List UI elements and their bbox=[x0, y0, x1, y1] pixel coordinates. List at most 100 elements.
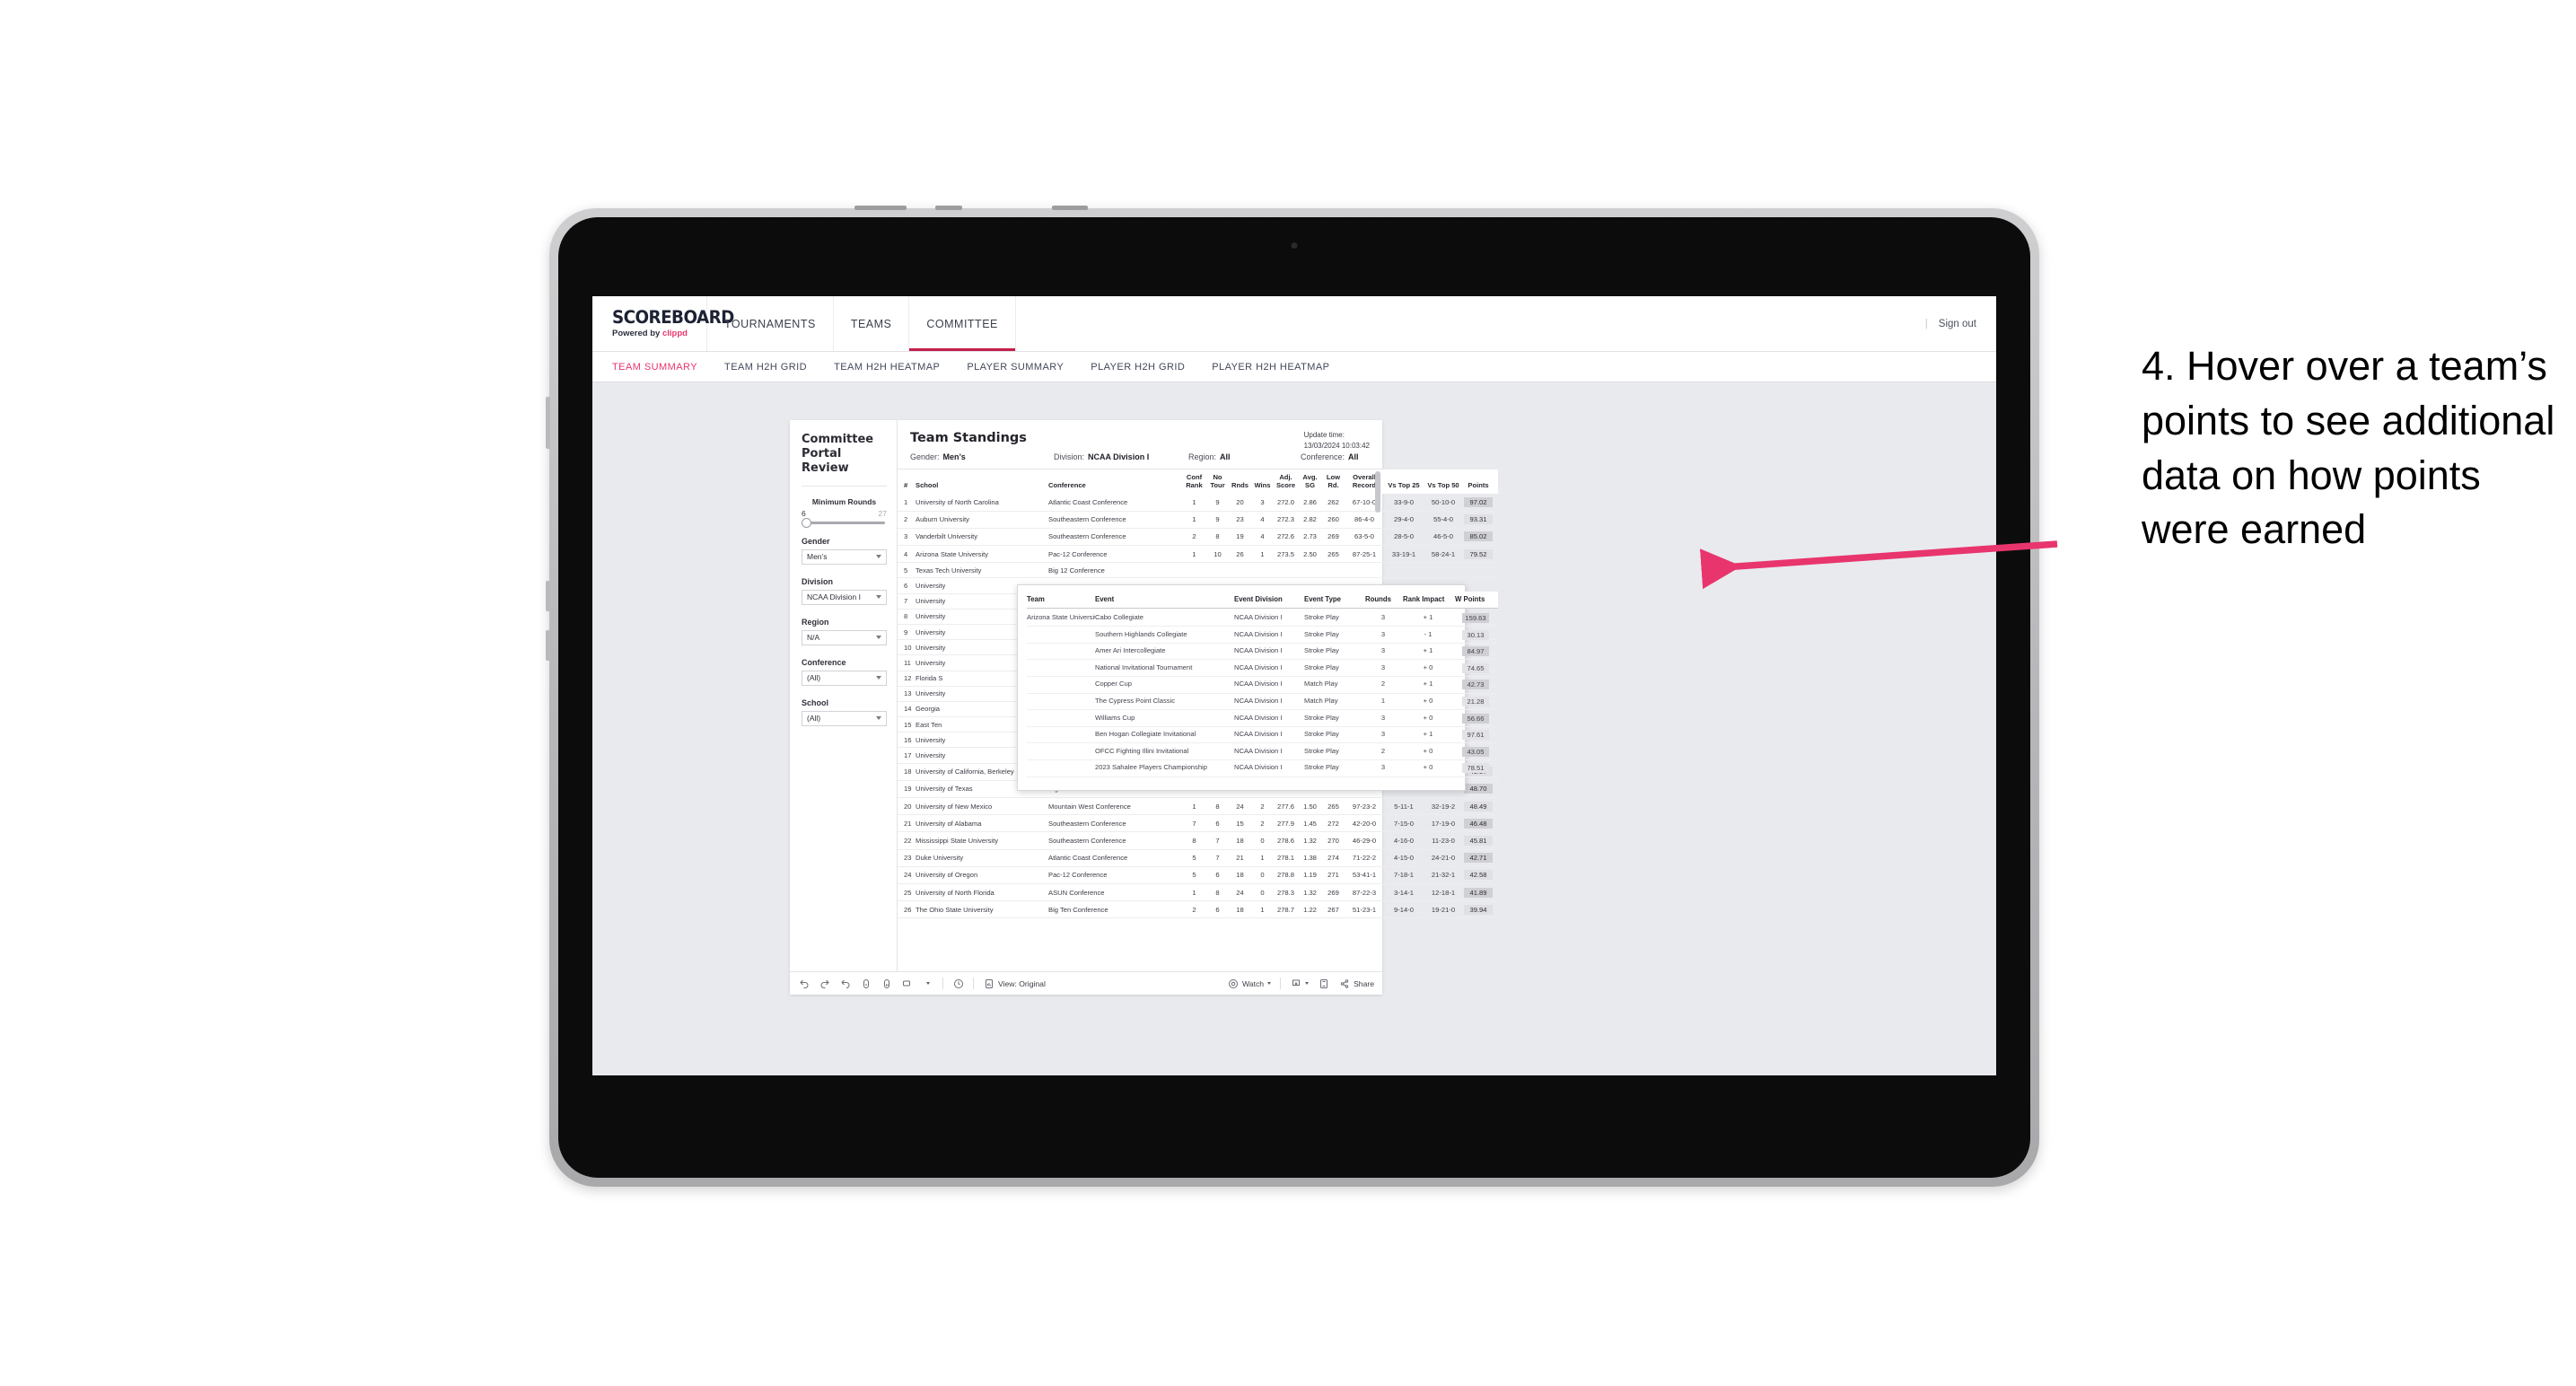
table-row[interactable]: 4 Arizona State University Pac-12 Conferen… bbox=[898, 545, 1498, 564]
cell-points[interactable]: 42.58 bbox=[1464, 866, 1498, 884]
filter-gender-select[interactable]: Men’s bbox=[802, 548, 887, 565]
brand-wordmark: SCOREBOARD bbox=[612, 306, 734, 328]
th-avg-sg[interactable]: Avg. SG bbox=[1299, 469, 1323, 495]
tooltip-cell-event: Cabo Collegiate bbox=[1095, 608, 1234, 627]
custom-view-icon[interactable] bbox=[901, 978, 913, 989]
tab-player-h2h-heatmap[interactable]: PLAYER H2H HEATMAP bbox=[1212, 362, 1329, 373]
table-row[interactable]: 5 Texas Tech University Big 12 Conference bbox=[898, 562, 1498, 579]
tab-team-summary[interactable]: TEAM SUMMARY bbox=[612, 362, 697, 373]
table-row[interactable]: 20 University of New Mexico Mountain West … bbox=[898, 797, 1498, 816]
th-low-rd[interactable]: Low Rd. bbox=[1323, 469, 1345, 495]
cell-points[interactable]: 41.89 bbox=[1464, 883, 1498, 902]
cell-conf-rank: 1 bbox=[1183, 545, 1207, 564]
cell-points[interactable]: 42.71 bbox=[1464, 849, 1498, 867]
cell-points[interactable]: 46.48 bbox=[1464, 814, 1498, 833]
cell-low-rd: 269 bbox=[1323, 528, 1345, 547]
tab-team-h2h-grid[interactable]: TEAM H2H GRID bbox=[724, 362, 807, 373]
cell-avg-sg bbox=[1299, 562, 1323, 579]
cell-school: University of North Carolina bbox=[916, 494, 1048, 512]
minimum-rounds-slider[interactable] bbox=[802, 517, 885, 528]
th-rank[interactable]: # bbox=[898, 469, 916, 495]
watch-button[interactable]: Watch bbox=[1227, 978, 1272, 989]
cell-vs-top-25: 7-15-0 bbox=[1385, 814, 1424, 833]
tooltip-cell-rounds: 3 bbox=[1365, 608, 1403, 627]
refresh-data-icon[interactable] bbox=[860, 978, 872, 989]
tooltip-cell-rank-impact: + 1 bbox=[1403, 643, 1455, 661]
custom-view-caret-icon[interactable] bbox=[922, 978, 933, 989]
nav-item-tournaments[interactable]: TOURNAMENTS bbox=[707, 296, 834, 351]
cell-low-rd: 262 bbox=[1323, 494, 1345, 512]
cell-rnds: 23 bbox=[1230, 511, 1252, 529]
tooltip-cell-event: The Cypress Point Classic bbox=[1095, 693, 1234, 711]
table-row[interactable]: 25 University of North Florida ASUN Confer… bbox=[898, 883, 1498, 902]
th-rnds[interactable]: Rnds bbox=[1230, 469, 1252, 495]
table-row[interactable]: 1 University of North Carolina Atlantic Co… bbox=[898, 494, 1498, 512]
history-icon[interactable] bbox=[952, 978, 964, 989]
th-wins[interactable]: Wins bbox=[1252, 469, 1275, 495]
tooltip-cell-event-division: NCAA Division I bbox=[1234, 626, 1304, 644]
table-row[interactable]: 26 The Ohio State University Big Ten Confe… bbox=[898, 900, 1498, 919]
filter-region-select[interactable]: N/A bbox=[802, 629, 887, 645]
cell-points[interactable]: 48.70 bbox=[1464, 780, 1498, 799]
chevron-down-icon bbox=[876, 636, 881, 640]
cell-points[interactable]: 79.52 bbox=[1464, 545, 1498, 564]
undo-icon[interactable] bbox=[798, 978, 810, 989]
table-row[interactable]: 3 Vanderbilt University Southeastern Confe… bbox=[898, 528, 1498, 547]
cell-vs-top-25: 4-16-0 bbox=[1385, 831, 1424, 850]
redo-icon[interactable] bbox=[819, 978, 830, 989]
share-button[interactable]: Share bbox=[1338, 978, 1374, 989]
cell-points[interactable]: 39.94 bbox=[1464, 900, 1498, 919]
cell-points[interactable]: 93.31 bbox=[1464, 511, 1498, 529]
nav-item-teams[interactable]: TEAMS bbox=[834, 296, 910, 351]
cell-wins: 0 bbox=[1252, 883, 1275, 902]
th-school[interactable]: School bbox=[916, 469, 1048, 495]
tablet-side-button-volume-down bbox=[546, 630, 550, 661]
tt-th-rounds: Rounds bbox=[1365, 592, 1403, 609]
filter-school: School (All) bbox=[802, 698, 887, 726]
th-conference[interactable]: Conference bbox=[1048, 469, 1183, 495]
annotation-arrow bbox=[1699, 540, 2058, 590]
cell-points[interactable]: 97.02 bbox=[1464, 494, 1498, 512]
th-points[interactable]: Points bbox=[1464, 469, 1498, 495]
filter-school-select[interactable]: (All) bbox=[802, 710, 887, 726]
cell-rank: 26 bbox=[898, 900, 916, 919]
cell-conference: Atlantic Coast Conference bbox=[1048, 849, 1183, 867]
revert-icon[interactable] bbox=[839, 978, 851, 989]
pause-updates-icon[interactable] bbox=[881, 978, 892, 989]
filter-conference-select[interactable]: (All) bbox=[802, 670, 887, 686]
cell-points[interactable]: 45.81 bbox=[1464, 831, 1498, 850]
slider-handle[interactable] bbox=[802, 517, 811, 528]
view-original-button[interactable]: View: Original bbox=[983, 978, 1046, 989]
filter-division-select[interactable]: NCAA Division I bbox=[802, 589, 887, 605]
table-row[interactable]: 22 Mississippi State University Southeaste… bbox=[898, 831, 1498, 850]
nav-item-committee[interactable]: COMMITTEE bbox=[909, 296, 1016, 351]
tooltip-cell-w-points: 97.61 bbox=[1455, 726, 1498, 744]
cell-avg-sg: 1.32 bbox=[1299, 883, 1323, 902]
filter-minimum-rounds: Minimum Rounds 6 27 bbox=[802, 497, 887, 528]
tab-team-h2h-heatmap[interactable]: TEAM H2H HEATMAP bbox=[834, 362, 940, 373]
th-vs-top-50[interactable]: Vs Top 50 bbox=[1424, 469, 1464, 495]
tooltip-cell-event-division: NCAA Division I bbox=[1234, 693, 1304, 711]
tab-player-summary[interactable]: PLAYER SUMMARY bbox=[967, 362, 1064, 373]
fullscreen-icon[interactable] bbox=[1318, 978, 1329, 989]
cell-points[interactable]: 48.49 bbox=[1464, 797, 1498, 816]
points-value: 85.02 bbox=[1464, 531, 1493, 542]
table-row[interactable]: 21 University of Alabama Southeastern Conf… bbox=[898, 814, 1498, 833]
download-button[interactable] bbox=[1290, 978, 1310, 989]
th-adj-score[interactable]: Adj. Score bbox=[1275, 469, 1299, 495]
th-conf-rank[interactable]: Conf Rank bbox=[1183, 469, 1207, 495]
cell-points[interactable]: 85.02 bbox=[1464, 528, 1498, 547]
cell-points[interactable] bbox=[1464, 562, 1498, 579]
th-no-tour[interactable]: No Tour bbox=[1207, 469, 1230, 495]
tab-player-h2h-grid[interactable]: PLAYER H2H GRID bbox=[1091, 362, 1185, 373]
cell-rnds: 15 bbox=[1230, 814, 1252, 833]
cell-wins: 2 bbox=[1252, 797, 1275, 816]
th-vs-top-25[interactable]: Vs Top 25 bbox=[1385, 469, 1424, 495]
table-row[interactable]: 23 Duke University Atlantic Coast Conferen… bbox=[898, 849, 1498, 867]
tooltip-cell-team bbox=[1027, 626, 1095, 644]
table-row[interactable]: 2 Auburn University Southeastern Conferenc… bbox=[898, 511, 1498, 529]
table-row[interactable]: 24 University of Oregon Pac-12 Conference 5… bbox=[898, 866, 1498, 884]
table-scrollbar-thumb[interactable] bbox=[1375, 471, 1380, 513]
sign-out-link[interactable]: Sign out bbox=[1939, 319, 1976, 329]
tooltip-cell-event-type: Stroke Play bbox=[1304, 626, 1365, 644]
